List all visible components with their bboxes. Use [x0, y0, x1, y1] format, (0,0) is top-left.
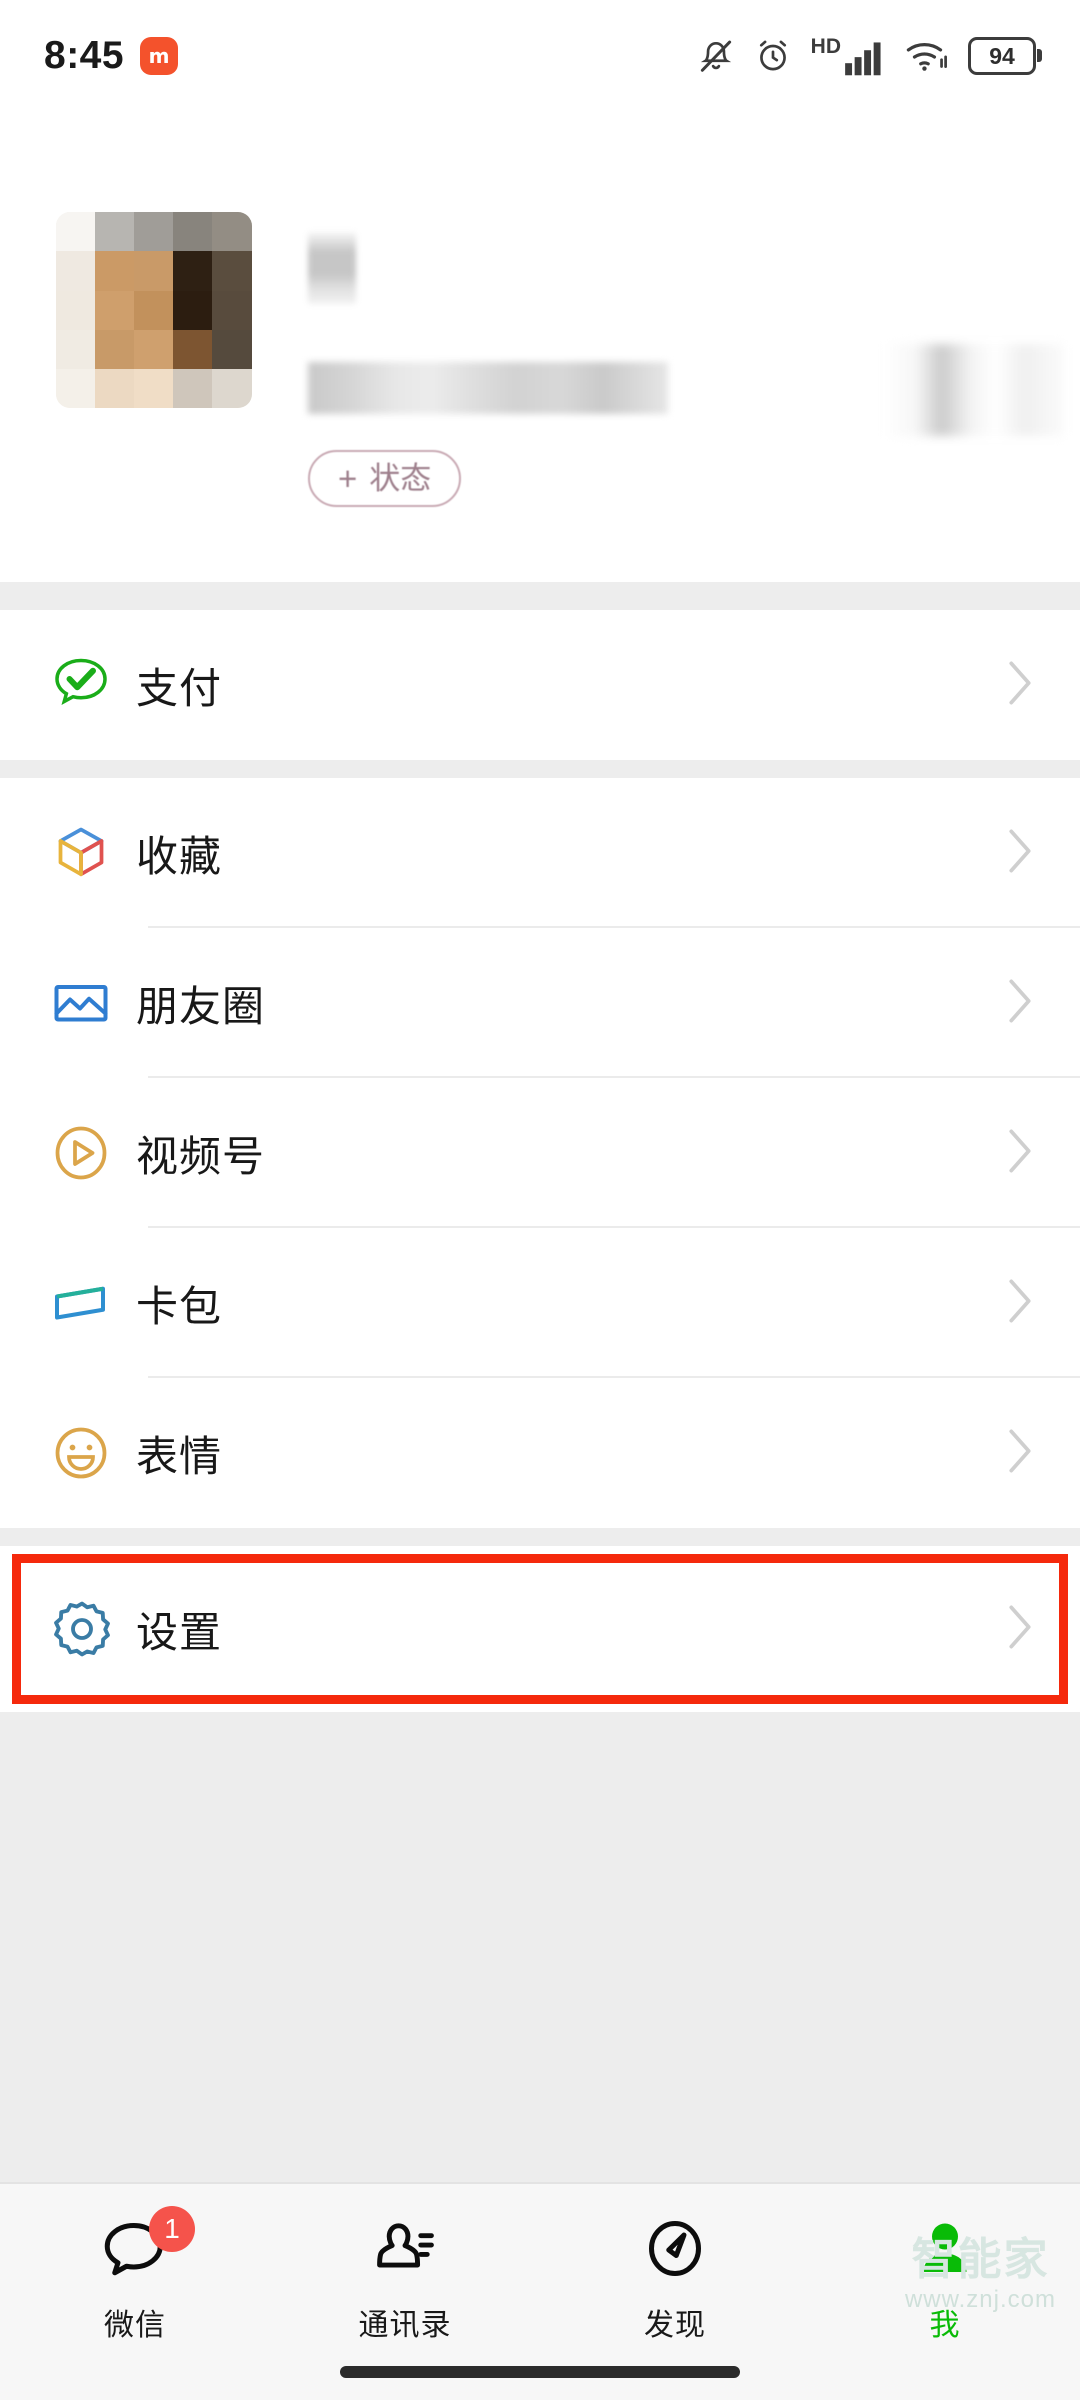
- menu-item-label: 视频号: [136, 1132, 266, 1180]
- menu-group-settings: 设置: [0, 1546, 1080, 1712]
- contacts-icon: [368, 2210, 442, 2288]
- status-button-label: 状态: [369, 461, 432, 496]
- tab-discover[interactable]: 发现: [540, 2210, 810, 2344]
- bottom-tab-bar: 1 微信 通讯录 发现 我: [0, 2182, 1080, 2400]
- stickers-smiley-icon: [46, 1418, 136, 1488]
- status-time: 8:45: [44, 34, 125, 77]
- mi-glyph: m: [148, 44, 170, 68]
- moments-photo-icon: [46, 968, 136, 1038]
- favorites-cube-icon: [46, 818, 136, 888]
- menu-item-settings[interactable]: 设置: [0, 1554, 1080, 1704]
- battery-level: 94: [989, 42, 1015, 69]
- status-bar-left: 8:45 m: [44, 34, 179, 78]
- menu-group-pay: 支付: [0, 610, 1080, 760]
- chevron-right-icon: [1006, 827, 1034, 880]
- menu-item-channels[interactable]: 视频号: [0, 1078, 1080, 1228]
- menu-item-label: 支付: [136, 664, 223, 712]
- wifi-icon: [905, 38, 949, 74]
- tab-label: 通讯录: [358, 2309, 452, 2342]
- section-gap: [0, 1528, 1080, 1546]
- hd-label: HD: [810, 34, 841, 58]
- tab-label: 我: [929, 2309, 961, 2342]
- menu-item-moments[interactable]: 朋友圈: [0, 928, 1080, 1078]
- alarm-clock-icon: [754, 37, 792, 75]
- plus-icon: +: [338, 460, 358, 497]
- chevron-right-icon: [1006, 1277, 1034, 1330]
- avatar[interactable]: [56, 212, 252, 408]
- chevron-right-icon: [1006, 977, 1034, 1030]
- chevron-right-icon: [1006, 1603, 1034, 1656]
- menu-item-label: 收藏: [136, 832, 223, 880]
- page-filler: [0, 1712, 1080, 2112]
- chevron-right-icon: [1006, 1427, 1034, 1480]
- status-bar-right: HD 94: [697, 36, 1042, 77]
- section-gap: [0, 760, 1080, 778]
- bell-mute-icon: [697, 36, 735, 76]
- cards-wallet-icon: [46, 1268, 136, 1338]
- tab-wechat[interactable]: 1 微信: [0, 2206, 270, 2344]
- menu-item-label: 表情: [136, 1432, 223, 1480]
- status-button[interactable]: + 状态: [308, 450, 462, 507]
- profile-header[interactable]: + 状态: [0, 112, 1080, 582]
- menu-item-label: 卡包: [136, 1282, 223, 1330]
- battery-icon: 94: [968, 37, 1042, 75]
- phone-screen: 8:45 m HD 94 + 状态 支付 收藏 朋友圈 视频号 卡包 表情 设置…: [0, 0, 1080, 2400]
- channels-play-icon: [46, 1118, 136, 1188]
- section-gap: [0, 582, 1080, 610]
- menu-item-label: 朋友圈: [136, 982, 266, 1030]
- menu-item-cards[interactable]: 卡包: [0, 1228, 1080, 1378]
- hd-signal-icon: HD: [811, 36, 886, 77]
- profile-name-blurred: [308, 232, 356, 304]
- discover-compass-icon: [639, 2210, 711, 2288]
- chat-bubble-icon: 1: [97, 2206, 195, 2288]
- settings-gear-icon: [46, 1593, 136, 1665]
- profile-wechat-id-blurred: [308, 362, 668, 414]
- me-person-icon: [909, 2210, 981, 2288]
- status-bar: 8:45 m HD 94: [0, 0, 1080, 112]
- menu-item-favorites[interactable]: 收藏: [0, 778, 1080, 928]
- unread-badge: 1: [149, 2206, 195, 2252]
- tab-contacts[interactable]: 通讯录: [270, 2210, 540, 2344]
- pay-icon: [46, 650, 136, 720]
- tab-me[interactable]: 我: [810, 2210, 1080, 2344]
- menu-item-pay[interactable]: 支付: [0, 610, 1080, 760]
- tab-label: 发现: [644, 2309, 706, 2342]
- menu-item-stickers[interactable]: 表情: [0, 1378, 1080, 1528]
- chevron-right-icon: [1006, 1127, 1034, 1180]
- chevron-right-icon: [1006, 659, 1034, 712]
- menu-item-label: 设置: [136, 1608, 223, 1656]
- qr-code-icon-blurred[interactable]: [884, 344, 1064, 436]
- menu-group-main: 收藏 朋友圈 视频号 卡包 表情: [0, 778, 1080, 1528]
- tab-label: 微信: [104, 2309, 166, 2342]
- mi-brand-icon: m: [140, 37, 179, 75]
- home-indicator: [340, 2366, 740, 2378]
